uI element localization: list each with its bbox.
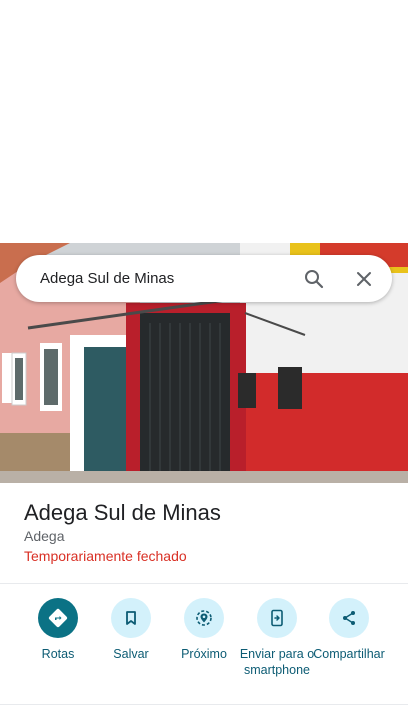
nearby-icon <box>184 598 224 638</box>
share-button[interactable]: Compartilhar <box>309 598 389 662</box>
search-bar[interactable]: Adega Sul de Minas <box>16 255 392 302</box>
place-category: Adega <box>24 528 65 544</box>
nearby-label: Próximo <box>181 647 227 661</box>
nearby-button[interactable]: Próximo <box>164 598 244 662</box>
directions-button[interactable]: Rotas <box>18 598 98 662</box>
save-label: Salvar <box>113 647 149 661</box>
directions-icon <box>38 598 78 638</box>
save-button[interactable]: Salvar <box>91 598 171 662</box>
send-to-phone-button[interactable]: Enviar para o smartphone <box>237 598 317 678</box>
share-label: Compartilhar <box>313 647 385 661</box>
status-label: Temporariamente fechado <box>24 548 187 564</box>
map-blank-area <box>0 0 408 243</box>
directions-label: Rotas <box>41 647 75 661</box>
place-title: Adega Sul de Minas <box>24 500 221 525</box>
divider <box>0 583 408 584</box>
send-to-phone-label: Enviar para o smartphone <box>239 647 315 677</box>
share-icon <box>329 598 369 638</box>
bookmark-icon <box>111 598 151 638</box>
search-input[interactable]: Adega Sul de Minas <box>40 270 392 287</box>
divider <box>0 704 408 705</box>
close-icon[interactable] <box>352 267 376 291</box>
send-to-phone-icon <box>257 598 297 638</box>
search-icon[interactable] <box>302 267 326 291</box>
